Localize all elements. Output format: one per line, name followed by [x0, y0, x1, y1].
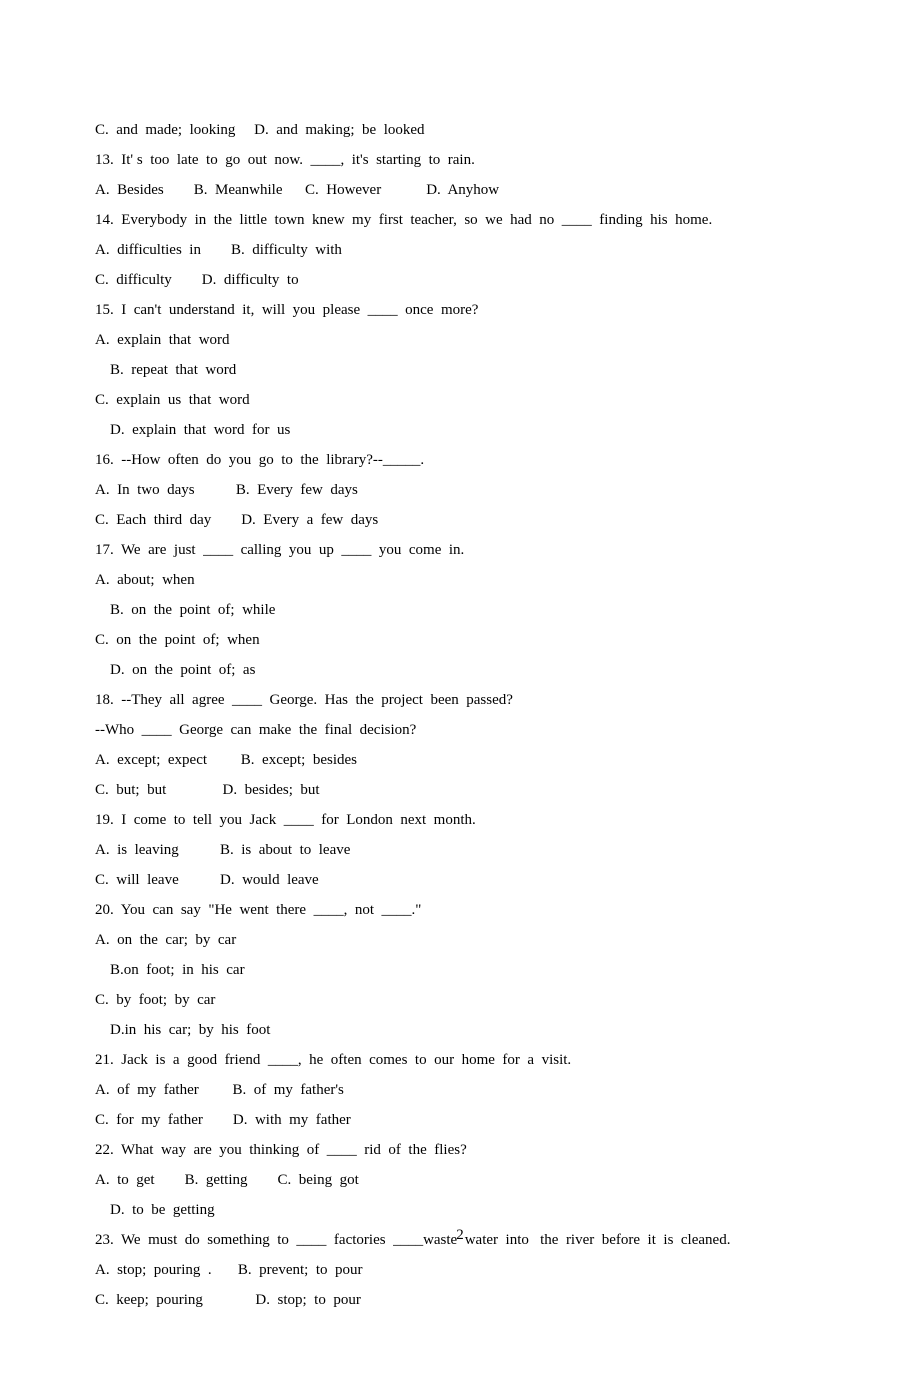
text-line: 16. --How often do you go to the library… — [95, 445, 825, 475]
text-line: C. but; but D. besides; but — [95, 775, 825, 805]
text-line: C. Each third day D. Every a few days — [95, 505, 825, 535]
text-line: C. will leave D. would leave — [95, 865, 825, 895]
text-line: A. Besides B. Meanwhile C. However D. An… — [95, 175, 825, 205]
text-line: 20. You can say "He went there ____, not… — [95, 895, 825, 925]
text-line: C. explain us that word — [95, 385, 825, 415]
text-line: C. difficulty D. difficulty to — [95, 265, 825, 295]
page-content: C. and made; looking D. and making; be l… — [0, 0, 920, 1375]
text-line: 15. I can't understand it, will you plea… — [95, 295, 825, 325]
text-line: A. difficulties in B. difficulty with — [95, 235, 825, 265]
text-line: A. explain that word — [95, 325, 825, 355]
page-number: 2 — [0, 1220, 920, 1250]
text-line: C. and made; looking D. and making; be l… — [95, 115, 825, 145]
text-line: A. In two days B. Every few days — [95, 475, 825, 505]
text-line: 17. We are just ____ calling you up ____… — [95, 535, 825, 565]
text-line: 21. Jack is a good friend ____, he often… — [95, 1045, 825, 1075]
text-line: C. on the point of; when — [95, 625, 825, 655]
text-line: B. repeat that word — [95, 355, 825, 385]
text-line: C. for my father D. with my father — [95, 1105, 825, 1135]
text-line: C. by foot; by car — [95, 985, 825, 1015]
text-line: --Who ____ George can make the final dec… — [95, 715, 825, 745]
text-line: 14. Everybody in the little town knew my… — [95, 205, 825, 235]
text-line: 13. It' s too late to go out now. ____, … — [95, 145, 825, 175]
text-line: D. on the point of; as — [95, 655, 825, 685]
text-line: 18. --They all agree ____ George. Has th… — [95, 685, 825, 715]
text-line: D.in his car; by his foot — [95, 1015, 825, 1045]
text-line: A. is leaving B. is about to leave — [95, 835, 825, 865]
text-line: 19. I come to tell you Jack ____ for Lon… — [95, 805, 825, 835]
text-line: A. to get B. getting C. being got — [95, 1165, 825, 1195]
text-line: C. keep; pouring D. stop; to pour — [95, 1285, 825, 1315]
text-line: 22. What way are you thinking of ____ ri… — [95, 1135, 825, 1165]
text-line: A. on the car; by car — [95, 925, 825, 955]
text-line: B.on foot; in his car — [95, 955, 825, 985]
text-line: D. explain that word for us — [95, 415, 825, 445]
text-line: A. of my father B. of my father's — [95, 1075, 825, 1105]
text-line: A. except; expect B. except; besides — [95, 745, 825, 775]
text-line: B. on the point of; while — [95, 595, 825, 625]
text-line: A. stop; pouring . B. prevent; to pour — [95, 1255, 825, 1285]
text-line: A. about; when — [95, 565, 825, 595]
